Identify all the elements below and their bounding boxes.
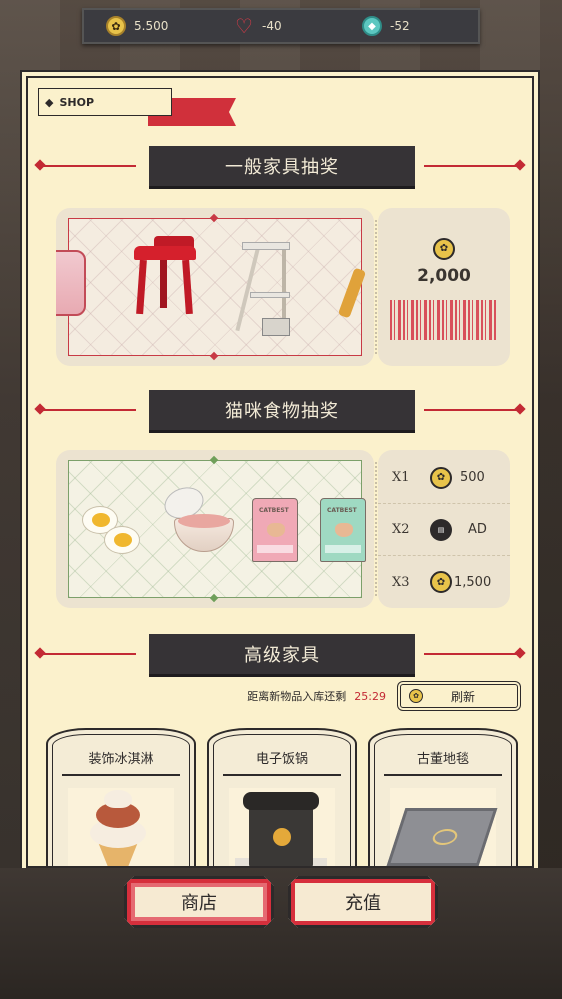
draw-option-x3[interactable]: X3 ✿ 1,500 — [378, 556, 510, 608]
ticket-perforation — [375, 462, 377, 596]
cat-food-bag-item: CATBEST — [252, 498, 298, 562]
boiled-egg-item — [104, 526, 140, 554]
cat-tree-pole — [282, 242, 286, 330]
furniture-lottery-header: 一般家具抽奖 — [28, 146, 532, 186]
refresh-button[interactable]: ✿ 刷新 — [400, 684, 518, 708]
gem-counter[interactable]: ◆ -52 — [362, 16, 462, 36]
recharge-tab-button[interactable]: 充值 — [288, 876, 438, 928]
divider-line — [42, 165, 136, 167]
food-preview: CATBEST CATBEST — [56, 450, 374, 608]
currency-bar: ✿ 5.500 ♡ -40 ◆ -52 — [82, 8, 480, 44]
shop-tag: ◆ SHOP — [38, 88, 172, 116]
restock-row: 距离新物品入库还剩 25:29 ✿ 刷新 — [28, 682, 532, 710]
furniture-lottery-card[interactable]: ✿ 2,000 — [56, 208, 510, 366]
shop-tag-label: SHOP — [59, 95, 95, 109]
diamond-icon: ◆ — [45, 95, 54, 109]
ice-cream-image — [68, 788, 174, 866]
coin-counter[interactable]: ✿ 5.500 — [106, 16, 206, 36]
draw-option-x1[interactable]: X1 ✿ 500 — [378, 452, 510, 504]
paw-coin-icon: ✿ — [430, 466, 452, 489]
premium-header: 高级家具 — [28, 634, 532, 674]
stool-leg — [160, 260, 167, 308]
restock-countdown: 距离新物品入库还剩 25:29 — [247, 688, 386, 704]
price-box: ✿ 2,000 — [378, 236, 510, 286]
divider-line — [42, 653, 136, 655]
goods-name-underline — [223, 774, 341, 776]
ticket-perforation — [375, 220, 377, 354]
goods-name-underline — [62, 774, 180, 776]
furniture-preview — [56, 208, 374, 366]
carpet-image — [386, 788, 498, 866]
cat-food-bag-item: CATBEST — [320, 498, 366, 562]
option-price: AD — [468, 522, 487, 537]
shop-tab-button[interactable]: 商店 — [124, 876, 274, 928]
cat-tree-shelf — [250, 292, 290, 298]
coin-value: 5.500 — [134, 19, 169, 33]
furniture-lottery-price: 2,000 — [417, 265, 471, 286]
bottom-bar — [0, 868, 562, 999]
goods-name: 电子饭锅 — [255, 752, 308, 767]
ad-video-icon: ▤ — [430, 518, 452, 541]
shop-tab-label: 商店 — [181, 893, 217, 914]
food-lottery-card[interactable]: CATBEST CATBEST X1 ✿ 500 X2 ▤ AD X3 ✿ 1,… — [56, 450, 510, 608]
red-stool-seat — [134, 246, 196, 260]
rice-cooker-image — [229, 788, 335, 866]
food-lottery-header: 猫咪食物抽奖 — [28, 390, 532, 430]
divider-line — [42, 409, 136, 411]
recharge-tab-label: 充值 — [345, 893, 381, 914]
restock-time: 25:29 — [354, 690, 386, 703]
divider-line — [424, 653, 518, 655]
refresh-label: 刷新 — [451, 689, 476, 704]
draw-option-x2[interactable]: X2 ▤ AD — [378, 504, 510, 556]
multiplier-label: X2 — [392, 522, 410, 537]
goods-name: 古董地毯 — [416, 752, 469, 767]
food-bowl-contents — [178, 514, 230, 528]
food-draw-options: X1 ✿ 500 X2 ▤ AD X3 ✿ 1,500 — [375, 450, 510, 608]
heart-icon: ♡ — [235, 14, 253, 38]
multiplier-label: X3 — [392, 574, 410, 590]
divider-line — [424, 165, 518, 167]
gem-value: -52 — [390, 19, 410, 33]
section-title: 一般家具抽奖 — [149, 146, 415, 186]
restock-label: 距离新物品入库还剩 — [247, 690, 347, 703]
bag-label: CATBEST — [259, 507, 289, 514]
goods-card[interactable]: 电子饭锅 — [207, 728, 357, 866]
shop-panel: ◆ SHOP 一般家具抽奖 ✿ 2,000 猫咪食物抽奖 CATBEST CAT… — [26, 76, 534, 868]
preview-pattern — [68, 218, 362, 356]
pet-tub-item — [56, 250, 86, 316]
goods-card[interactable]: 装饰冰淇淋 — [46, 728, 196, 866]
section-title: 高级家具 — [149, 634, 415, 674]
gem-icon: ◆ — [362, 16, 382, 36]
section-title: 猫咪食物抽奖 — [149, 390, 415, 430]
divider-line — [424, 409, 518, 411]
heart-counter[interactable]: ♡ -40 — [234, 14, 334, 38]
cat-tree-box — [262, 318, 290, 336]
heart-value: -40 — [262, 19, 282, 33]
paw-coin-icon: ✿ — [106, 16, 126, 36]
option-price: 1,500 — [454, 574, 492, 590]
furniture-draw-button[interactable]: ✿ 2,000 — [375, 208, 510, 366]
paw-coin-icon: ✿ — [430, 571, 452, 593]
goods-card[interactable]: 古董地毯 — [368, 728, 518, 866]
cat-tree-shelf — [242, 242, 290, 250]
goods-name-underline — [384, 774, 502, 776]
goods-name: 装饰冰淇淋 — [88, 752, 154, 767]
barcode — [390, 300, 498, 340]
paw-coin-icon: ✿ — [433, 237, 455, 260]
multiplier-label: X1 — [392, 470, 410, 485]
bag-label: CATBEST — [327, 507, 357, 514]
option-price: 500 — [460, 470, 485, 485]
paw-coin-icon: ✿ — [409, 689, 423, 703]
